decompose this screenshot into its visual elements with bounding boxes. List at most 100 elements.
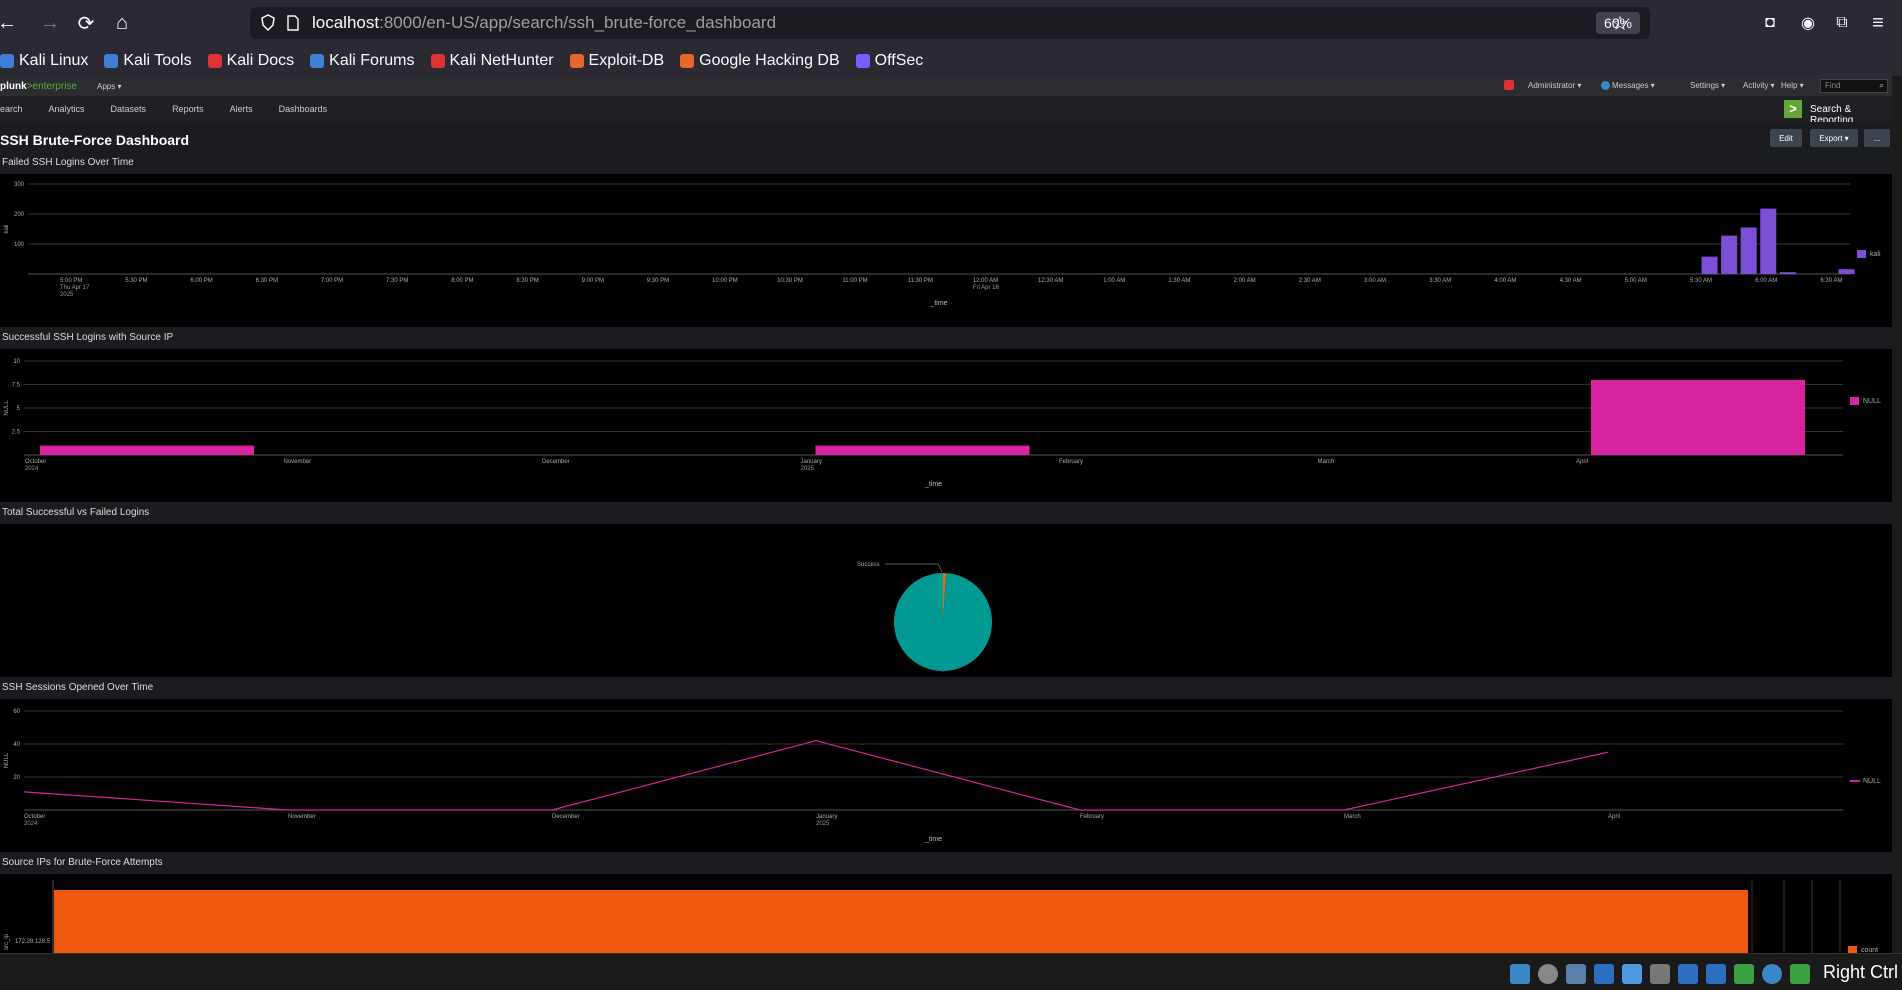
host-key-label: Right Ctrl	[1822, 962, 1898, 982]
series-line	[23, 740, 1609, 811]
splunk-logo[interactable]: plunk>enterprise	[0, 81, 77, 92]
x-tick-label: January	[801, 459, 822, 465]
window-icon[interactable]	[1706, 964, 1726, 984]
bookmark-favicon-icon	[855, 54, 870, 68]
bookmark-label: OffSec	[874, 52, 924, 69]
header-menu-messages[interactable]: Messages ▾	[1612, 81, 1655, 90]
bookmark-favicon-icon	[310, 54, 325, 68]
bookmark-item[interactable]: Kali Linux	[0, 52, 88, 70]
network-icon[interactable]	[1510, 964, 1530, 984]
legend-label: kali	[1870, 251, 1881, 258]
y-tick-label: 60	[13, 709, 20, 715]
forward-icon[interactable]: →	[32, 5, 68, 41]
x-tick-label: 6:00 AM	[1755, 278, 1777, 284]
apps-menu[interactable]: Apps ▾	[97, 82, 121, 91]
bookmark-favicon-icon	[680, 54, 695, 68]
shield-icon	[261, 14, 275, 32]
bookmark-item[interactable]: Kali Tools	[104, 52, 192, 70]
bookmark-item[interactable]: Exploit-DB	[569, 52, 664, 70]
legend-swatch	[1848, 946, 1857, 953]
x-tick-label: December	[542, 459, 570, 465]
home-icon[interactable]: ⌂	[104, 5, 140, 41]
bookmark-label: Kali Linux	[19, 52, 89, 69]
display-icon[interactable]	[1594, 964, 1614, 984]
folder-icon[interactable]	[1650, 964, 1670, 984]
panel-title: Successful SSH Logins with Source IP	[0, 327, 1892, 349]
globe-icon[interactable]	[1762, 964, 1782, 984]
bar	[1701, 256, 1718, 274]
menu-icon[interactable]: ≡	[1860, 5, 1896, 41]
x-tick-label: November	[288, 814, 316, 820]
search-icon: ⌕	[1879, 81, 1884, 90]
bookmark-item[interactable]: Google Hacking DB	[680, 52, 840, 70]
x-tick-label: 4:30 AM	[1560, 278, 1582, 284]
x-tick-label: April	[1608, 814, 1620, 820]
bookmark-item[interactable]: Kali Docs	[207, 52, 294, 70]
header-menu-settings[interactable]: Settings ▾	[1690, 81, 1725, 90]
legend-label: NULL	[1863, 778, 1881, 785]
bookmark-label: Kali NetHunter	[449, 52, 554, 69]
header-menu-help[interactable]: Help ▾	[1781, 81, 1804, 90]
download-icon[interactable]	[1790, 964, 1810, 984]
header-menu-activity[interactable]: Activity ▾	[1743, 81, 1775, 90]
tab-search[interactable]: earch	[0, 104, 23, 114]
x-tick-label: 4:00 AM	[1494, 278, 1516, 284]
extensions-icon[interactable]: ⧉	[1824, 5, 1860, 41]
export-button[interactable]: Export ▾	[1810, 129, 1858, 147]
chart-successful-logins: 2.5 5 7.5 10 October November December January F…	[4, 359, 1881, 488]
legend-swatch	[1857, 250, 1866, 258]
messages-badge-icon	[1601, 81, 1610, 90]
usb-icon[interactable]	[1734, 964, 1754, 984]
x-axis-title: _time	[924, 836, 942, 843]
y-tick-label: 2.5	[12, 430, 21, 436]
panel-successful-logins: Successful SSH Logins with Source IP 2.5…	[0, 327, 1892, 497]
reload-icon[interactable]: ⟳	[68, 5, 104, 41]
x-axis-title: _time	[929, 300, 947, 307]
back-icon[interactable]: ←	[0, 5, 17, 41]
bookmark-item[interactable]: Kali NetHunter	[430, 52, 554, 70]
page-scrollbar[interactable]	[1892, 76, 1902, 953]
more-button[interactable]: ...	[1864, 129, 1890, 147]
x-tick-label: January	[816, 814, 837, 820]
bookmark-star-icon[interactable]: ☆	[1602, 5, 1638, 41]
panel-failed-logins: Failed SSH Logins Over Time 100 200 300 5:0…	[0, 152, 1892, 322]
x-tick-label: 2:30 AM	[1299, 278, 1321, 284]
panel-title: SSH Sessions Opened Over Time	[0, 677, 1892, 699]
optical-drive-icon[interactable]	[1538, 964, 1558, 984]
header-menu-administrator[interactable]: Administrator ▾	[1528, 81, 1581, 90]
edit-button[interactable]: Edit	[1770, 129, 1802, 147]
bar	[815, 445, 1030, 455]
bookmark-label: Kali Tools	[123, 52, 192, 69]
alert-icon[interactable]	[1504, 80, 1514, 90]
bookmark-item[interactable]: OffSec	[855, 52, 924, 70]
y-tick-label: 10	[13, 359, 20, 365]
bar	[1721, 235, 1738, 274]
find-input[interactable]: Find ⌕	[1820, 79, 1888, 93]
splunk-app-nav: earch Analytics Datasets Reports Alerts …	[0, 96, 1892, 126]
panel-title: Failed SSH Logins Over Time	[0, 152, 1892, 174]
tab-analytics[interactable]: Analytics	[49, 104, 85, 114]
pocket-icon[interactable]: ◘	[1752, 5, 1788, 41]
x-tick-label: 9:30 PM	[647, 278, 669, 284]
chart-success-vs-failed: SuccessFailed	[857, 562, 993, 672]
screen-icon[interactable]	[1678, 964, 1698, 984]
account-icon[interactable]: ◉	[1790, 5, 1826, 41]
bookmark-item[interactable]: Kali Forums	[310, 52, 415, 70]
pie-slice	[894, 573, 993, 671]
x-tick-label: March	[1318, 459, 1335, 465]
url-bar[interactable]: localhost:8000/en-US/app/search/ssh_brut…	[250, 7, 1650, 39]
bar	[1838, 269, 1855, 274]
legend-swatch	[1850, 397, 1859, 405]
y-tick-label: 20	[13, 775, 20, 781]
vm-status-bar: Right Ctrl	[0, 953, 1902, 990]
tab-reports[interactable]: Reports	[172, 104, 204, 114]
url-text: localhost:8000/en-US/app/search/ssh_brut…	[312, 13, 777, 32]
x-tick-label: 2:00 AM	[1234, 278, 1256, 284]
tab-dashboards[interactable]: Dashboards	[279, 104, 328, 114]
x-tick-label: December	[552, 814, 580, 820]
panel-success-vs-failed: Total Successful vs Failed Logins Succes…	[0, 502, 1892, 672]
audio-icon[interactable]	[1566, 964, 1586, 984]
tab-datasets[interactable]: Datasets	[111, 104, 147, 114]
pen-icon[interactable]	[1622, 964, 1642, 984]
tab-alerts[interactable]: Alerts	[230, 104, 253, 114]
